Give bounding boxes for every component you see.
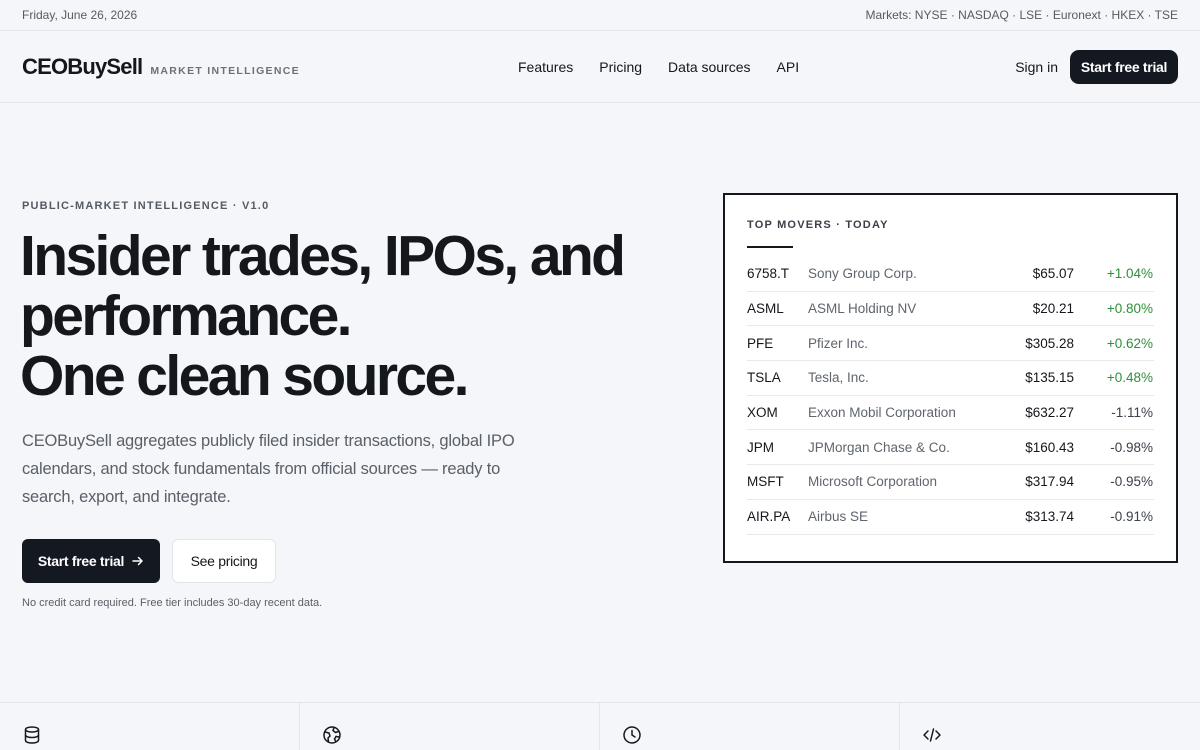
mover-row[interactable]: JPM JPMorgan Chase & Co. $160.43 -0.98% <box>747 430 1154 466</box>
mover-change: +0.62% <box>1106 335 1153 351</box>
mover-ticker: XOM <box>747 405 778 421</box>
code-icon <box>923 728 941 742</box>
brand-tagline: MARKET INTELLIGENCE <box>150 64 300 77</box>
nav-pricing[interactable]: Pricing <box>599 59 642 75</box>
mover-price: $305.28 <box>1025 335 1074 351</box>
site-header: CEOBuySell MARKET INTELLIGENCE Features … <box>0 31 1200 103</box>
clock-icon <box>623 726 641 744</box>
mover-row[interactable]: MSFT Microsoft Corporation $317.94 -0.95% <box>747 465 1154 500</box>
sign-in-link[interactable]: Sign in <box>1015 59 1058 75</box>
mover-price: $65.07 <box>1032 266 1074 282</box>
mover-company-name: Pfizer Inc. <box>808 335 869 351</box>
top-info-bar: Friday, June 26, 2026 Markets: NYSE · NA… <box>0 0 1200 31</box>
top-movers-title: TOP MOVERS · TODAY <box>747 219 889 231</box>
see-pricing-button[interactable]: See pricing <box>172 539 276 583</box>
mover-change: +0.48% <box>1106 370 1153 386</box>
feature-cell-realtime <box>600 703 900 750</box>
mover-ticker: MSFT <box>747 474 784 490</box>
mover-price: $313.74 <box>1025 509 1074 525</box>
mover-change: +1.04% <box>1106 266 1153 282</box>
feature-cell-data <box>0 703 300 750</box>
mover-row[interactable]: PFE Pfizer Inc. $305.28 +0.62% <box>747 326 1154 362</box>
header-start-trial-button[interactable]: Start free trial <box>1070 50 1178 84</box>
mover-company-name: Tesla, Inc. <box>808 370 869 386</box>
logo[interactable]: CEOBuySell <box>22 54 143 80</box>
mover-change: +0.80% <box>1106 301 1153 317</box>
features-strip <box>0 702 1200 750</box>
mover-change: -0.91% <box>1110 509 1153 525</box>
mover-ticker: 6758.T <box>747 266 790 282</box>
header-actions: Sign in Start free trial <box>1015 31 1178 103</box>
movers-list: 6758.T Sony Group Corp. $65.07 +1.04% ASML AS… <box>747 257 1154 535</box>
mover-change: -1.11% <box>1111 405 1153 421</box>
mover-price: $20.21 <box>1032 301 1074 317</box>
current-date: Friday, June 26, 2026 <box>22 8 138 22</box>
mover-row[interactable]: 6758.T Sony Group Corp. $65.07 +1.04% <box>747 257 1154 292</box>
mover-company-name: Exxon Mobil Corporation <box>808 405 956 421</box>
mover-price: $317.94 <box>1025 474 1074 490</box>
hero-title-line-1: Insider trades, IPOs, and <box>20 224 626 288</box>
hero-eyebrow: PUBLIC-MARKET INTELLIGENCE · V1.0 <box>22 200 270 212</box>
hero-cta-row: Start free trial See pricing <box>22 539 276 583</box>
hero-title-line-3: One clean source. <box>20 344 469 408</box>
main-nav: Features Pricing Data sources API <box>518 31 799 103</box>
markets-list: Markets: NYSE · NASDAQ · LSE · Euronext … <box>865 8 1178 22</box>
mover-price: $632.27 <box>1025 405 1074 421</box>
mover-ticker: JPM <box>747 439 774 455</box>
nav-features[interactable]: Features <box>518 59 573 75</box>
brand[interactable]: CEOBuySell MARKET INTELLIGENCE <box>22 54 300 80</box>
mover-ticker: ASML <box>747 301 784 317</box>
mover-price: $135.15 <box>1025 370 1074 386</box>
mover-change: -0.98% <box>1110 439 1153 455</box>
hero-title: Insider trades, IPOs, and performance. O… <box>20 226 680 406</box>
mover-ticker: TSLA <box>747 370 781 386</box>
mover-row[interactable]: XOM Exxon Mobil Corporation $632.27 -1.11% <box>747 396 1154 431</box>
feature-cell-global <box>300 703 600 750</box>
start-trial-label: Start free trial <box>37 553 125 569</box>
hero-fineprint: No credit card required. Free tier inclu… <box>22 597 323 609</box>
mover-company-name: Microsoft Corporation <box>808 474 938 490</box>
title-underline <box>747 246 793 248</box>
start-trial-button[interactable]: Start free trial <box>22 539 160 583</box>
nav-data-sources[interactable]: Data sources <box>668 59 750 75</box>
arrow-right-icon <box>132 556 143 566</box>
mover-company-name: Airbus SE <box>808 509 869 525</box>
mover-price: $160.43 <box>1025 439 1074 455</box>
mover-row[interactable]: TSLA Tesla, Inc. $135.15 +0.48% <box>747 361 1154 396</box>
mover-row[interactable]: AIR.PA Airbus SE $313.74 -0.91% <box>747 500 1154 535</box>
mover-ticker: PFE <box>747 335 774 351</box>
mover-ticker: AIR.PA <box>747 509 791 525</box>
mover-company-name: ASML Holding NV <box>808 301 917 317</box>
mover-change: -0.95% <box>1110 474 1153 490</box>
feature-cell-api <box>900 703 1200 750</box>
nav-api[interactable]: API <box>777 59 800 75</box>
hero-description: CEOBuySell aggregates publicly filed ins… <box>22 432 515 506</box>
globe-icon <box>323 726 341 744</box>
hero-title-line-2: performance. <box>20 284 353 348</box>
top-movers-card: TOP MOVERS · TODAY 6758.T Sony Group Corp… <box>723 193 1178 563</box>
mover-company-name: JPMorgan Chase & Co. <box>808 439 950 455</box>
database-icon <box>24 726 40 744</box>
mover-row[interactable]: ASML ASML Holding NV $20.21 +0.80% <box>747 292 1154 327</box>
mover-company-name: Sony Group Corp. <box>808 266 917 282</box>
